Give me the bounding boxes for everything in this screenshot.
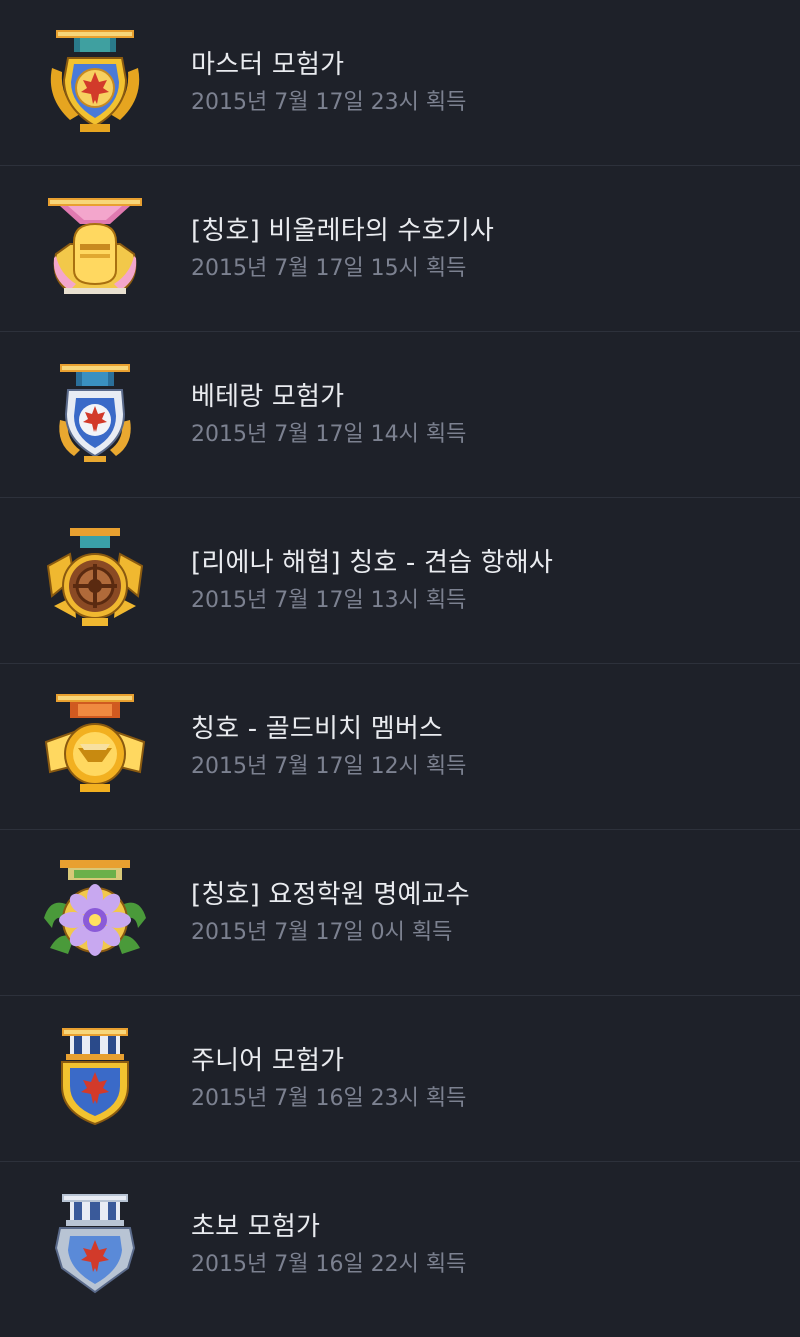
veteran-adventurer-medal-icon — [40, 360, 150, 470]
achievement-title: [칭호] 요정학원 명예교수 — [191, 880, 470, 910]
junior-adventurer-medal-icon — [40, 1024, 150, 1134]
achievement-item[interactable]: 마스터 모험가 2015년 7월 17일 23시 획득 — [0, 0, 800, 166]
achievement-item[interactable]: 베테랑 모험가 2015년 7월 17일 14시 획득 — [0, 332, 800, 498]
achievement-title: 주니어 모험가 — [191, 1046, 345, 1076]
achievement-title: 칭호 - 골드비치 멤버스 — [191, 714, 444, 744]
fairy-academy-professor-medal-icon — [40, 858, 150, 968]
apprentice-navigator-medal-icon — [40, 526, 150, 636]
achievement-item[interactable]: 초보 모험가 2015년 7월 16일 22시 획득 — [0, 1162, 800, 1330]
achievement-date: 2015년 7월 17일 23시 획득 — [191, 90, 467, 115]
achievement-title: [리에나 해협] 칭호 - 견습 항해사 — [191, 548, 554, 578]
achievement-date: 2015년 7월 17일 0시 획득 — [191, 920, 453, 945]
gold-beach-members-medal-icon — [40, 692, 150, 802]
achievement-date: 2015년 7월 17일 15시 획득 — [191, 256, 467, 281]
achievement-date: 2015년 7월 17일 13시 획득 — [191, 588, 467, 613]
master-adventurer-medal-icon — [40, 28, 150, 138]
achievement-title: 베테랑 모험가 — [191, 382, 345, 412]
achievement-title: [칭호] 비올레타의 수호기사 — [191, 216, 494, 246]
achievement-item[interactable]: [리에나 해협] 칭호 - 견습 항해사 2015년 7월 17일 13시 획득 — [0, 498, 800, 664]
achievement-date: 2015년 7월 17일 12시 획득 — [191, 754, 467, 779]
violetta-guardian-knight-medal-icon — [40, 194, 150, 304]
achievement-date: 2015년 7월 16일 23시 획득 — [191, 1086, 467, 1111]
achievement-date: 2015년 7월 16일 22시 획득 — [191, 1252, 467, 1277]
achievement-item[interactable]: [칭호] 요정학원 명예교수 2015년 7월 17일 0시 획득 — [0, 830, 800, 996]
achievement-title: 초보 모험가 — [191, 1212, 321, 1242]
achievement-date: 2015년 7월 17일 14시 획득 — [191, 422, 467, 447]
beginner-adventurer-medal-icon — [40, 1190, 150, 1300]
achievement-item[interactable]: 칭호 - 골드비치 멤버스 2015년 7월 17일 12시 획득 — [0, 664, 800, 830]
achievement-list: 마스터 모험가 2015년 7월 17일 23시 획득 [칭호] 비올레타의 수… — [0, 0, 800, 1330]
achievement-title: 마스터 모험가 — [191, 50, 345, 80]
achievement-item[interactable]: [칭호] 비올레타의 수호기사 2015년 7월 17일 15시 획득 — [0, 166, 800, 332]
achievement-item[interactable]: 주니어 모험가 2015년 7월 16일 23시 획득 — [0, 996, 800, 1162]
